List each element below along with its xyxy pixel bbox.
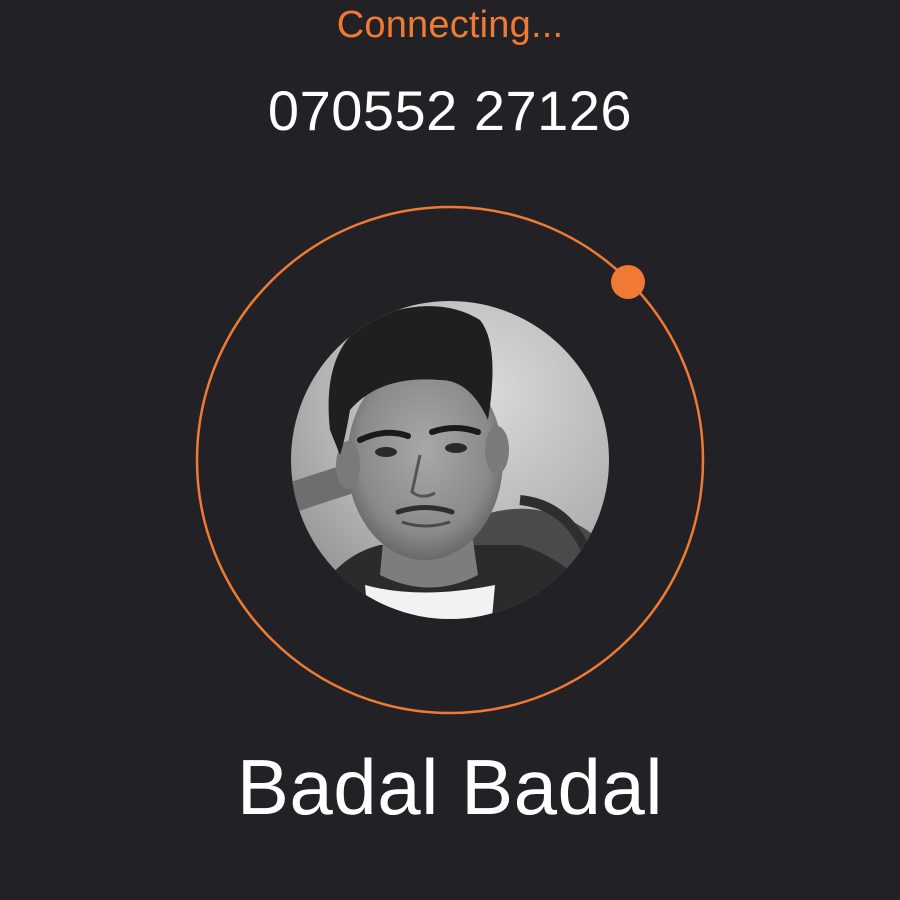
contact-name: Badal Badal bbox=[236, 743, 664, 831]
orbit-dot bbox=[611, 265, 645, 299]
call-screen: Connecting... 070552 27126 Badal Badal bbox=[0, 0, 900, 900]
contact-photo-avatar bbox=[291, 301, 609, 619]
